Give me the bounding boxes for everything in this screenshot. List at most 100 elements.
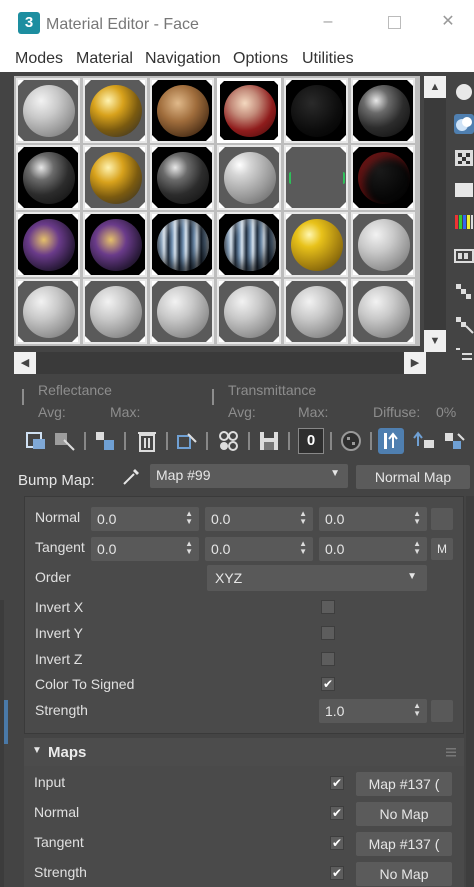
material-sample-slot[interactable]	[284, 78, 348, 143]
spinner-arrows-icon[interactable]: ▲ ▼	[185, 510, 193, 526]
get-material-icon[interactable]	[24, 428, 50, 454]
show-end-result-icon[interactable]	[378, 428, 404, 454]
material-sample-slot[interactable]	[217, 78, 281, 143]
tangent-y-spinner[interactable]: 0.0 ▲ ▼	[205, 537, 313, 561]
map-row-checkbox[interactable]: ✔	[330, 776, 344, 790]
delete-icon[interactable]	[134, 428, 160, 454]
material-sample-slot[interactable]	[150, 212, 214, 277]
make-preview-icon[interactable]	[454, 246, 474, 266]
material-sample-slot[interactable]	[284, 145, 348, 210]
slot-corner-marker	[407, 269, 413, 275]
material-sample-slot[interactable]	[16, 279, 80, 344]
map-row-checkbox[interactable]: ✔	[330, 836, 344, 850]
invert-y-checkbox[interactable]	[321, 626, 335, 640]
color-to-signed-checkbox[interactable]: ✔	[321, 677, 335, 691]
panel-scrollbar[interactable]	[466, 496, 474, 887]
sample-type-sphere-icon[interactable]	[454, 82, 474, 102]
menu-material[interactable]: Material	[76, 50, 133, 68]
background-checker-icon[interactable]	[454, 148, 474, 168]
tangent-z-spinner[interactable]: 0.0 ▲ ▼	[319, 537, 427, 561]
map-row-checkbox[interactable]: ✔	[330, 806, 344, 820]
separator	[206, 432, 208, 450]
slot-corner-marker	[340, 336, 346, 342]
map-type-button[interactable]: Normal Map	[356, 465, 470, 489]
close-button[interactable]: ✕	[440, 14, 456, 30]
sample-uv-tiling-icon[interactable]	[454, 180, 474, 200]
scroll-down-button[interactable]: ▼	[424, 330, 446, 352]
menu-utilities[interactable]: Utilities	[302, 50, 354, 68]
show-map-icon[interactable]	[338, 428, 364, 454]
scroll-right-button[interactable]: ▶	[404, 352, 426, 374]
scroll-left-button[interactable]: ◀	[14, 352, 36, 374]
material-preview-sphere	[358, 286, 410, 338]
material-sample-slot[interactable]	[217, 279, 281, 344]
order-dropdown[interactable]: XYZ ▼	[207, 565, 427, 591]
map-row-button[interactable]: No Map	[356, 862, 452, 886]
spinner-arrows-icon[interactable]: ▲ ▼	[413, 540, 421, 556]
material-sample-slot[interactable]	[351, 212, 415, 277]
material-sample-slot[interactable]	[16, 212, 80, 277]
maximize-button[interactable]	[386, 14, 402, 30]
spinner-arrows-icon[interactable]: ▲ ▼	[299, 540, 307, 556]
invert-z-checkbox[interactable]	[321, 652, 335, 666]
material-sample-slot[interactable]	[150, 78, 214, 143]
material-sample-slot[interactable]	[351, 78, 415, 143]
tangent-map-slot-button[interactable]: M	[431, 538, 453, 560]
menu-options[interactable]: Options	[233, 50, 288, 68]
material-sample-slot[interactable]	[83, 279, 147, 344]
eyedropper-icon[interactable]	[120, 466, 142, 488]
normal-map-slot-button[interactable]	[431, 508, 453, 530]
horizontal-scrollbar[interactable]: ◀ ▶	[14, 352, 426, 374]
spinner-arrows-icon[interactable]: ▲ ▼	[185, 540, 193, 556]
put-to-library-icon[interactable]	[256, 428, 282, 454]
scroll-up-button[interactable]: ▲	[424, 76, 446, 98]
material-id-channel-button[interactable]: 0	[298, 428, 324, 454]
map-row-button[interactable]: No Map	[356, 802, 452, 826]
tangent-x-spinner[interactable]: 0.0 ▲ ▼	[91, 537, 199, 561]
bump-map-dropdown[interactable]: Map #99 ▼	[150, 464, 348, 488]
spinner-arrows-icon[interactable]: ▲ ▼	[299, 510, 307, 526]
invert-x-checkbox[interactable]	[321, 600, 335, 614]
material-sample-slot[interactable]	[217, 212, 281, 277]
video-color-check-icon[interactable]	[454, 212, 474, 232]
material-sample-slot[interactable]	[83, 212, 147, 277]
assign-material-icon[interactable]	[92, 428, 118, 454]
material-sample-slot[interactable]	[150, 279, 214, 344]
make-copy-icon[interactable]	[174, 428, 200, 454]
minimize-button[interactable]: –	[320, 14, 336, 30]
material-sample-slot[interactable]	[83, 78, 147, 143]
options-checker-icon[interactable]	[454, 280, 474, 300]
spinner-arrows-icon[interactable]: ▲ ▼	[413, 702, 421, 718]
collapse-triangle-icon[interactable]: ▼	[32, 745, 42, 756]
normal-z-spinner[interactable]: 0.0 ▲ ▼	[319, 507, 427, 531]
strength-map-slot-button[interactable]	[431, 700, 453, 722]
map-row-button[interactable]: Map #137 (	[356, 832, 452, 856]
make-unique-icon[interactable]	[216, 428, 242, 454]
menu-modes[interactable]: Modes	[15, 50, 63, 68]
put-to-scene-icon[interactable]	[52, 428, 78, 454]
map-row-checkbox[interactable]: ✔	[330, 866, 344, 880]
menu-navigation[interactable]: Navigation	[145, 50, 221, 68]
normal-y-spinner[interactable]: 0.0 ▲ ▼	[205, 507, 313, 531]
material-sample-slot[interactable]	[217, 145, 281, 210]
material-sample-slot[interactable]	[284, 212, 348, 277]
map-row-button[interactable]: Map #137 (	[356, 772, 452, 796]
go-to-parent-icon[interactable]	[412, 428, 438, 454]
material-preview-sphere	[291, 85, 343, 137]
material-sample-slot[interactable]	[16, 78, 80, 143]
material-sample-slot[interactable]	[83, 145, 147, 210]
select-by-material-icon[interactable]	[454, 314, 474, 334]
strength-spinner[interactable]: 1.0 ▲ ▼	[319, 699, 427, 723]
material-sample-slot[interactable]	[351, 279, 415, 344]
material-sample-slot[interactable]	[351, 145, 415, 210]
go-forward-icon[interactable]	[442, 428, 468, 454]
material-sample-slot[interactable]	[284, 279, 348, 344]
material-sample-slot[interactable]	[16, 145, 80, 210]
material-map-navigator-icon[interactable]	[454, 344, 474, 364]
backlight-icon[interactable]	[454, 114, 474, 134]
normal-x-spinner[interactable]: 0.0 ▲ ▼	[91, 507, 199, 531]
maps-rollout-header[interactable]: ▼ Maps	[24, 738, 464, 766]
spinner-arrows-icon[interactable]: ▲ ▼	[413, 510, 421, 526]
material-sample-slot[interactable]	[150, 145, 214, 210]
vertical-scrollbar[interactable]: ▲ ▼	[424, 76, 446, 352]
